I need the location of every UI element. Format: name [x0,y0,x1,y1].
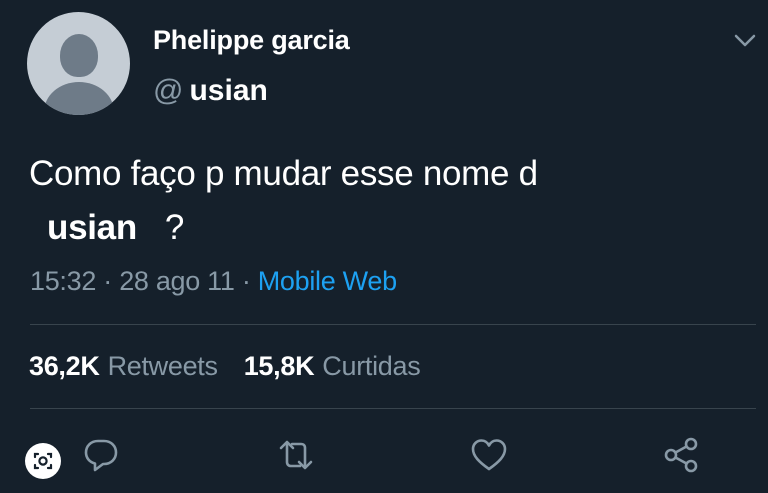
tweet-text-line1: Como faço p mudar esse nome d [29,154,538,193]
share-icon[interactable] [662,435,702,475]
meta-separator: · [241,266,251,296]
tweet-text-line2: usian? [29,201,729,255]
avatar-body-shape [44,82,114,115]
retweets-label: Retweets [107,351,218,381]
tweet-source-link[interactable]: Mobile Web [258,266,397,296]
tweet-stats: 36,2K Retweets 15,8K Curtidas [29,351,421,382]
tweet-card: Phelippe garcia @ usian Como faço p mudar… [0,0,768,493]
retweets-stat[interactable]: 36,2K Retweets [29,351,218,381]
lens-icon[interactable] [25,443,61,479]
meta-separator: · [103,266,112,296]
divider-top [30,324,756,325]
handle-text: usian [189,74,268,107]
question-mark: ? [164,208,185,247]
user-handle[interactable]: @ usian [153,74,268,108]
retweets-count: 36,2K [29,351,100,381]
likes-count: 15,8K [243,351,315,381]
lens-icon-graphic [33,452,53,470]
likes-label: Curtidas [322,351,421,381]
likes-stat[interactable]: 15,8K Curtidas [244,351,421,381]
reply-icon[interactable] [81,435,121,475]
tweet-text: Como faço p mudar esse nome d usian? [29,147,729,255]
chevron-down-icon[interactable] [733,30,757,50]
mention-link[interactable]: usian [47,208,137,247]
like-icon[interactable] [469,435,509,475]
tweet-date: 28 ago 11 [119,266,235,296]
divider-bottom [30,408,756,409]
at-symbol: @ [153,74,184,107]
retweet-icon[interactable] [276,435,316,475]
tweet-meta: 15:32 · 28 ago 11 · Mobile Web [30,266,397,297]
avatar[interactable] [27,12,130,115]
tweet-time: 15:32 [30,266,97,296]
avatar-head-shape [60,34,98,77]
display-name[interactable]: Phelippe garcia [153,25,350,56]
